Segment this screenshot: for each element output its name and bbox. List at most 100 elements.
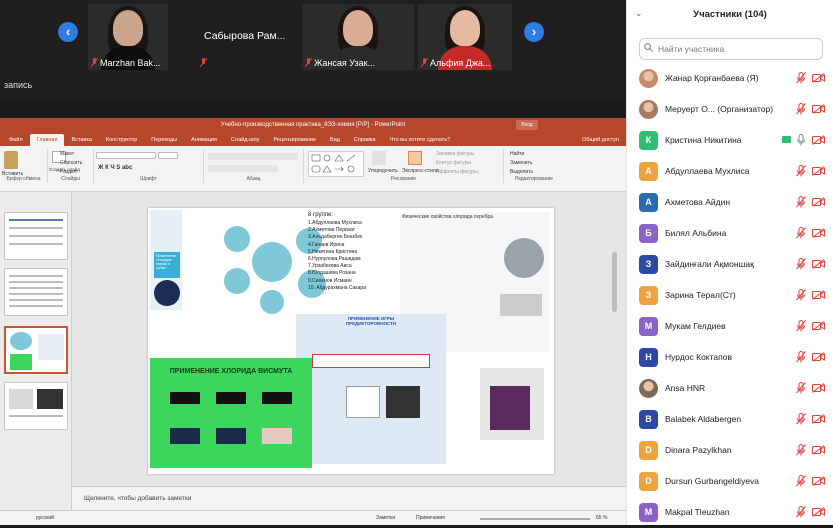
notes-toggle[interactable]: Заметки xyxy=(376,511,395,526)
select-button[interactable]: Выделить xyxy=(510,169,533,175)
game-title: ПРИМЕНЕНИЕ ИГРЫ ПРЕДИКТОРОВНОСТИ xyxy=(345,316,397,326)
arrange-button[interactable]: Упорядочить xyxy=(368,168,398,174)
tab-animation[interactable]: Анимация xyxy=(184,134,224,146)
video-tile-center[interactable]: Сабырова Рам... xyxy=(190,4,298,70)
slide-thumbnail[interactable] xyxy=(4,382,68,430)
video-tile[interactable]: Альфия Джа... xyxy=(418,4,512,70)
avatar: А xyxy=(639,193,658,212)
shapes-icon xyxy=(311,154,356,173)
tab-review[interactable]: Рецензирование xyxy=(266,134,322,146)
slides-label: Слайды xyxy=(61,176,80,182)
tell-me-search[interactable]: Что вы хотите сделать? xyxy=(382,134,457,146)
participant-row[interactable]: Жанар Қорғанбаева (Я) xyxy=(627,63,833,94)
tab-file[interactable]: Файл xyxy=(2,134,30,146)
participant-row[interactable]: Б Билял Альбина xyxy=(627,218,833,249)
avatar xyxy=(639,379,658,398)
slide-thumbnail[interactable] xyxy=(4,212,68,260)
slide-left-banner: Применение хлоридов натрия и калия xyxy=(154,252,180,278)
notes-pane[interactable]: Щелкните, чтобы добавить заметки xyxy=(72,486,626,510)
silver-chloride-image xyxy=(504,238,544,278)
participant-name: Ахметова Айдин xyxy=(665,197,731,207)
participant-row[interactable]: К Кристина Никитина xyxy=(627,125,833,156)
participant-name: Зайдинғали Ақмоншақ xyxy=(665,259,754,269)
participant-row[interactable]: D Dursun Gurbangeldiyeva xyxy=(627,466,833,497)
find-button[interactable]: Найти xyxy=(510,151,524,157)
bold-button[interactable]: Ж К Ч S abc xyxy=(98,165,132,171)
clipboard-label: Буфер обмена xyxy=(6,176,41,182)
slide-bubble xyxy=(252,242,292,282)
lightbulb-icon xyxy=(154,280,180,306)
slide-thumbnail[interactable] xyxy=(4,268,68,316)
participant-row[interactable]: Меруерт О... (Организатор) xyxy=(627,94,833,125)
tab-slideshow[interactable]: Слайд-шоу xyxy=(224,134,267,146)
replace-button[interactable]: Заменить xyxy=(510,160,532,166)
font-name-select[interactable] xyxy=(96,152,156,159)
list-buttons[interactable] xyxy=(208,153,298,160)
align-buttons[interactable] xyxy=(208,165,278,172)
video-tile-name: Жансая Узак... xyxy=(314,58,376,68)
avatar xyxy=(639,100,658,119)
shapes-gallery[interactable] xyxy=(308,151,364,177)
participant-row[interactable]: А Абдуллаева Мухлиса xyxy=(627,156,833,187)
shape-effects-button[interactable]: Эффекты фигуры xyxy=(436,169,478,175)
ppt-workspace: Применение хлоридов натрия и калия 8 гру… xyxy=(0,192,626,510)
tab-design[interactable]: Конструктор xyxy=(99,134,144,146)
participant-name: Dinara Pazylkhan xyxy=(665,445,732,455)
participant-row[interactable]: B Balabek Aldabergen xyxy=(627,404,833,435)
sample-image xyxy=(500,294,542,316)
slide-scrollbar[interactable] xyxy=(612,252,617,312)
zoom-level[interactable]: 65 % xyxy=(596,511,607,526)
video-off-icon xyxy=(812,228,825,238)
create-slide-button[interactable]: Создать слайд xyxy=(49,167,80,172)
avatar: М xyxy=(639,317,658,336)
tab-view[interactable]: Вид xyxy=(323,134,347,146)
language-indicator[interactable]: русский xyxy=(36,511,54,526)
mic-muted-icon xyxy=(796,196,806,208)
shape-fill-button[interactable]: Заливка фигуры xyxy=(436,151,474,157)
comments-toggle[interactable]: Примечания xyxy=(416,511,445,526)
participant-row[interactable]: М Мукам Гелдиев xyxy=(627,311,833,342)
mic-muted-icon xyxy=(797,134,805,146)
tab-transitions[interactable]: Переходы xyxy=(144,134,184,146)
participant-row[interactable]: З Зайдинғали Ақмоншақ xyxy=(627,249,833,280)
ppt-account-button[interactable]: Вход xyxy=(516,120,538,130)
participant-row[interactable]: А Ахметова Айдин xyxy=(627,187,833,218)
tab-insert[interactable]: Вставка xyxy=(64,134,98,146)
quick-styles-button[interactable]: Экспресс-стили xyxy=(402,168,439,174)
avatar xyxy=(639,69,658,88)
next-page-button[interactable]: › xyxy=(524,22,544,42)
slide-thumbnail-selected[interactable] xyxy=(4,326,68,374)
shape-outline-button[interactable]: Контур фигуры xyxy=(436,160,471,166)
participant-row[interactable]: M Makpal Tleuzhan xyxy=(627,497,833,528)
participant-row[interactable]: Ansa HNR xyxy=(627,373,833,404)
participants-title: Участники (104) xyxy=(693,9,767,20)
ppt-window-title: Учебно-производственная практика_8ЭЗ-хим… xyxy=(220,122,406,128)
current-slide[interactable]: Применение хлоридов натрия и калия 8 гру… xyxy=(148,208,554,474)
prev-page-button[interactable]: ‹ xyxy=(58,22,78,42)
screen-share-icon xyxy=(782,136,791,143)
video-strip: ‹ Marzhan Bak... Сабырова Рам... Жансая … xyxy=(0,0,626,100)
paste-icon xyxy=(4,151,18,169)
video-tile[interactable]: Marzhan Bak... xyxy=(88,4,168,70)
mic-muted-icon xyxy=(796,72,806,84)
mic-muted-icon xyxy=(200,58,207,67)
participant-name: Dursun Gurbangeldiyeva xyxy=(665,476,760,486)
participant-search-input[interactable]: Найти участника xyxy=(639,38,823,60)
avatar: Н xyxy=(639,348,658,367)
video-off-icon xyxy=(812,73,825,83)
participant-row[interactable]: D Dinara Pazylkhan xyxy=(627,435,833,466)
tab-help[interactable]: Справка xyxy=(347,134,383,146)
application-title: ПРИМЕНЕНИЕ ХЛОРИДА ВИСМУТА xyxy=(169,368,293,375)
sample-panel xyxy=(480,368,544,440)
reset-button[interactable]: Сбросить xyxy=(60,160,82,166)
participant-row[interactable]: З Зарина Терал(Ст) xyxy=(627,280,833,311)
layout-button[interactable]: Макет xyxy=(60,151,74,157)
avatar: B xyxy=(639,410,658,429)
zoom-slider[interactable] xyxy=(480,518,590,520)
video-tile[interactable]: Жансая Узак... xyxy=(302,4,414,70)
share-button[interactable]: Общий доступ xyxy=(575,134,626,146)
font-size-select[interactable] xyxy=(158,152,178,159)
participant-row[interactable]: Н Нурдос Коктапов xyxy=(627,342,833,373)
paragraph-label: Абзац xyxy=(246,176,261,182)
tab-home[interactable]: Главная xyxy=(29,134,65,146)
